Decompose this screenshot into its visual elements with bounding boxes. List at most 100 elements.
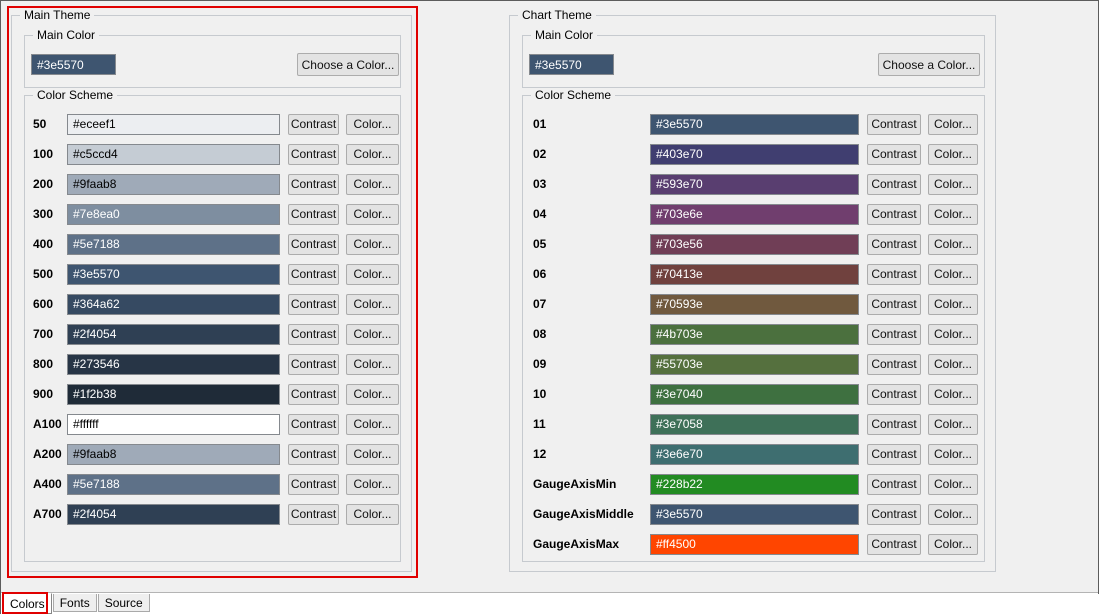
color-button[interactable]: Color... — [346, 384, 399, 405]
color-button[interactable]: Color... — [346, 324, 399, 345]
color-button[interactable]: Color... — [928, 204, 978, 225]
color-value-input[interactable] — [67, 354, 280, 375]
contrast-button[interactable]: Contrast — [867, 384, 921, 405]
color-value-input[interactable] — [650, 444, 859, 465]
color-value-input[interactable] — [650, 174, 859, 195]
color-value-input[interactable] — [67, 294, 280, 315]
color-value-input[interactable] — [650, 384, 859, 405]
contrast-button[interactable]: Contrast — [288, 354, 339, 375]
color-button[interactable]: Color... — [346, 294, 399, 315]
color-value-input[interactable] — [67, 474, 280, 495]
color-button[interactable]: Color... — [928, 264, 978, 285]
color-button[interactable]: Color... — [928, 354, 978, 375]
color-button[interactable]: Color... — [928, 414, 978, 435]
color-button[interactable]: Color... — [928, 234, 978, 255]
color-value-input[interactable] — [650, 534, 859, 555]
color-button[interactable]: Color... — [346, 234, 399, 255]
color-button[interactable]: Color... — [346, 174, 399, 195]
color-button[interactable]: Color... — [346, 354, 399, 375]
color-value-input[interactable] — [650, 414, 859, 435]
color-value-input[interactable] — [67, 144, 280, 165]
color-value-input[interactable] — [650, 294, 859, 315]
main-color-input[interactable] — [31, 54, 116, 75]
color-button[interactable]: Color... — [928, 534, 978, 555]
contrast-button[interactable]: Contrast — [288, 264, 339, 285]
color-button[interactable]: Color... — [928, 174, 978, 195]
color-value-input[interactable] — [67, 234, 280, 255]
contrast-button[interactable]: Contrast — [288, 234, 339, 255]
contrast-button[interactable]: Contrast — [867, 294, 921, 315]
color-button[interactable]: Color... — [346, 414, 399, 435]
choose-color-button[interactable]: Choose a Color... — [878, 53, 980, 76]
contrast-button[interactable]: Contrast — [867, 264, 921, 285]
color-button[interactable]: Color... — [346, 204, 399, 225]
contrast-button[interactable]: Contrast — [288, 204, 339, 225]
color-button[interactable]: Color... — [346, 264, 399, 285]
contrast-button[interactable]: Contrast — [867, 414, 921, 435]
contrast-button[interactable]: Contrast — [288, 504, 339, 525]
color-scheme-row-label: 400 — [33, 237, 67, 251]
contrast-button[interactable]: Contrast — [867, 324, 921, 345]
color-value-input[interactable] — [650, 234, 859, 255]
color-value-input[interactable] — [67, 174, 280, 195]
contrast-button[interactable]: Contrast — [288, 144, 339, 165]
color-button[interactable]: Color... — [928, 504, 978, 525]
contrast-button[interactable]: Contrast — [867, 174, 921, 195]
color-button[interactable]: Color... — [346, 144, 399, 165]
contrast-button[interactable]: Contrast — [867, 534, 921, 555]
contrast-button[interactable]: Contrast — [867, 474, 921, 495]
color-value-input[interactable] — [650, 474, 859, 495]
color-value-input[interactable] — [650, 324, 859, 345]
contrast-button[interactable]: Contrast — [867, 444, 921, 465]
tab-colors[interactable]: Colors — [3, 593, 52, 614]
contrast-button[interactable]: Contrast — [867, 354, 921, 375]
contrast-button[interactable]: Contrast — [288, 414, 339, 435]
contrast-button[interactable]: Contrast — [288, 324, 339, 345]
color-value-input[interactable] — [650, 504, 859, 525]
color-value-input[interactable] — [67, 114, 280, 135]
color-value-input[interactable] — [67, 444, 280, 465]
color-button[interactable]: Color... — [928, 384, 978, 405]
tab-source[interactable]: Source — [98, 594, 150, 612]
color-button[interactable]: Color... — [928, 474, 978, 495]
contrast-button[interactable]: Contrast — [867, 234, 921, 255]
color-value-input[interactable] — [67, 504, 280, 525]
color-value-input[interactable] — [650, 354, 859, 375]
color-button[interactable]: Color... — [346, 444, 399, 465]
color-value-input[interactable] — [67, 204, 280, 225]
contrast-button[interactable]: Contrast — [288, 384, 339, 405]
color-value-input[interactable] — [67, 264, 280, 285]
main-color-input[interactable] — [529, 54, 614, 75]
color-scheme-row: GaugeAxisMiddle Contrast Color... — [533, 499, 984, 529]
color-button[interactable]: Color... — [346, 114, 399, 135]
color-button[interactable]: Color... — [928, 444, 978, 465]
choose-color-button[interactable]: Choose a Color... — [297, 53, 399, 76]
contrast-button[interactable]: Contrast — [288, 444, 339, 465]
tab-fonts[interactable]: Fonts — [53, 594, 97, 612]
contrast-button[interactable]: Contrast — [288, 294, 339, 315]
color-button[interactable]: Color... — [346, 474, 399, 495]
main-color-label: Main Color — [531, 28, 597, 43]
contrast-button[interactable]: Contrast — [867, 504, 921, 525]
color-button[interactable]: Color... — [928, 144, 978, 165]
color-value-input[interactable] — [67, 324, 280, 345]
contrast-button[interactable]: Contrast — [867, 114, 921, 135]
color-button[interactable]: Color... — [928, 324, 978, 345]
color-value-input[interactable] — [650, 264, 859, 285]
color-scheme-row-label: 04 — [533, 207, 650, 221]
color-scheme-row: 06 Contrast Color... — [533, 259, 984, 289]
color-value-input[interactable] — [650, 114, 859, 135]
contrast-button[interactable]: Contrast — [288, 114, 339, 135]
contrast-button[interactable]: Contrast — [288, 174, 339, 195]
color-value-input[interactable] — [650, 144, 859, 165]
contrast-button[interactable]: Contrast — [867, 204, 921, 225]
color-scheme-row-label: GaugeAxisMax — [533, 537, 650, 551]
color-value-input[interactable] — [67, 414, 280, 435]
color-button[interactable]: Color... — [928, 294, 978, 315]
color-button[interactable]: Color... — [928, 114, 978, 135]
color-value-input[interactable] — [67, 384, 280, 405]
color-value-input[interactable] — [650, 204, 859, 225]
contrast-button[interactable]: Contrast — [288, 474, 339, 495]
color-button[interactable]: Color... — [346, 504, 399, 525]
contrast-button[interactable]: Contrast — [867, 144, 921, 165]
